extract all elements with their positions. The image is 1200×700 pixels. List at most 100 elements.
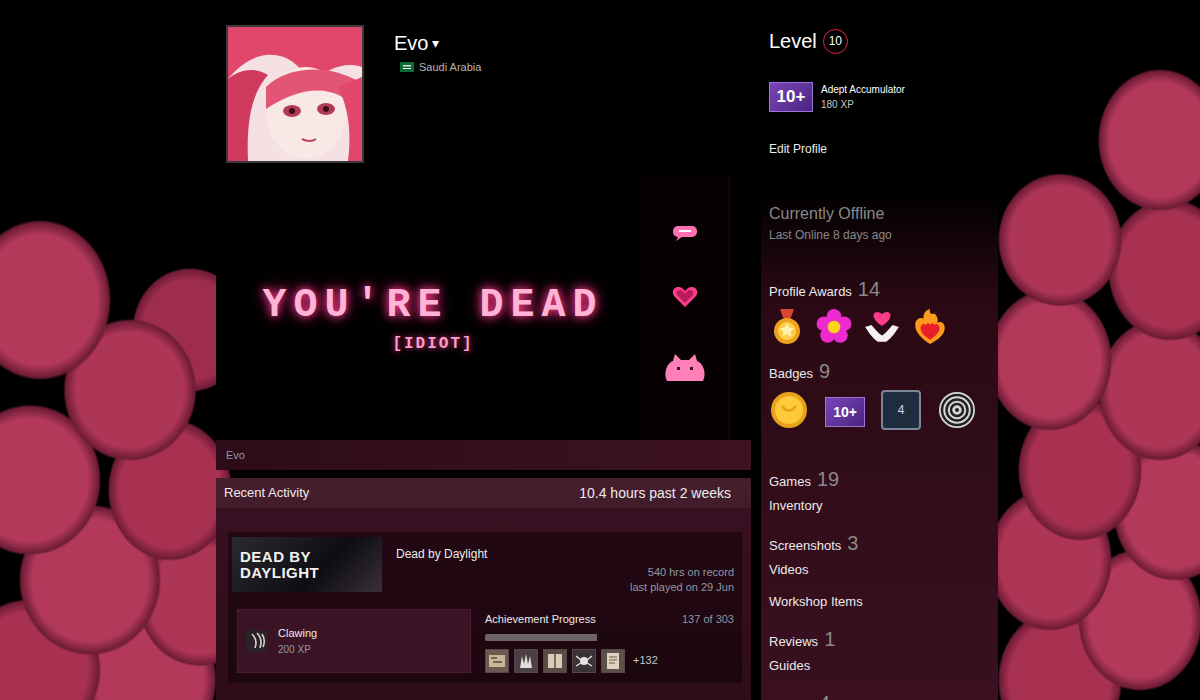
awards-row [769, 308, 990, 346]
playtime-summary: 10.4 hours past 2 weeks [579, 483, 743, 504]
fire-award-icon[interactable] [911, 308, 949, 346]
link-label[interactable]: Videos [769, 560, 809, 580]
profile-link[interactable]: Inventory [769, 496, 990, 528]
link-count: 1 [824, 624, 835, 654]
claw-icon [246, 630, 268, 652]
level-circle: 10 [823, 29, 848, 54]
game-meta: 540 hrs on recordlast played on 29 Jun [390, 565, 734, 595]
badges-row: 10+ 4 [769, 390, 990, 430]
awards-header[interactable]: Profile Awards 14 [769, 274, 990, 304]
online-status: Currently Offline [769, 202, 990, 226]
link-count: 4 [819, 688, 830, 700]
capsule-logo: DEAD BY DAYLIGHT [240, 549, 336, 581]
achievement-progress: Achievement Progress 137 of 303 +132 [485, 609, 734, 673]
avatar-icon[interactable] [226, 25, 364, 163]
link-label[interactable]: Inventory [769, 496, 822, 516]
showcase-headline: YOU'RE DEAD [262, 284, 603, 328]
favorite-badge-name: Adept Accumulator [821, 82, 905, 97]
link-label[interactable]: Workshop Items [769, 592, 863, 612]
level-label: Level [769, 26, 817, 56]
profile-main: Evo▾Saudi ArabiaYOU'RE DEAD[IDIOT]EvoRec… [216, 0, 751, 700]
profile-link[interactable]: Videos [769, 560, 990, 592]
awards-label[interactable]: Profile Awards [769, 282, 852, 302]
profile-links: Games 19Inventory Screenshots 3 Videos Worksh… [769, 464, 990, 700]
level-badge-icon[interactable]: 10+ [825, 397, 865, 427]
map-icon[interactable] [485, 649, 509, 673]
game-info: Dead by Daylight540 hrs on recordlast pl… [390, 537, 734, 595]
achievement-count: 137 of 303 [682, 611, 734, 628]
last-played: last played on 29 Jun [390, 580, 734, 595]
badges-label[interactable]: Badges [769, 364, 813, 384]
badges-header[interactable]: Badges 9 [769, 356, 990, 386]
spider-icon[interactable] [572, 649, 596, 673]
profile-link[interactable]: Guides [769, 656, 990, 688]
artwork-showcase: YOU'RE DEAD [IDIOT] Evo [216, 175, 751, 470]
medal-award-icon[interactable] [769, 308, 805, 346]
link-label[interactable]: Screenshots [769, 536, 841, 556]
game-top: DEAD BY DAYLIGHTDead by Daylight540 hrs … [232, 537, 734, 595]
game-capsule[interactable]: DEAD BY DAYLIGHT [232, 537, 382, 592]
showcase-subline: [IDIOT] [392, 332, 473, 356]
profile-link[interactable]: Games 19 [769, 464, 990, 496]
link-label[interactable]: Reviews [769, 632, 818, 652]
flag-icon [400, 62, 414, 72]
more-achievements[interactable]: +132 [630, 649, 661, 673]
profile-header: Evo▾ Saudi Arabia [216, 25, 751, 161]
showcase-caption: Evo [216, 440, 751, 470]
link-count: 19 [817, 464, 839, 494]
recent-activity-panel: Recent Activity 10.4 hours past 2 weeks DE… [216, 478, 751, 700]
heart-icon [672, 285, 698, 309]
achievement-name: Clawing [278, 625, 317, 642]
favorite-badge-icon[interactable]: 10+ [769, 82, 813, 112]
achievement-bar-fill [485, 634, 597, 641]
latest-achievement[interactable]: Clawing200 XP [237, 609, 471, 673]
profile-link[interactable]: Workshop Items [769, 592, 990, 624]
achievement-xp: 200 XP [278, 642, 317, 657]
edit-profile-button[interactable]: Edit Profile [769, 136, 827, 162]
achievement-progress-label: Achievement Progress [485, 611, 596, 628]
flower-award-icon[interactable] [815, 308, 853, 346]
link-label[interactable]: Games [769, 472, 811, 492]
achievement-bar [485, 634, 734, 641]
decoration-strip [640, 175, 730, 440]
badges-count: 9 [819, 356, 830, 386]
profile-link[interactable]: Screenshots 3 [769, 528, 990, 560]
scroll-icon[interactable] [601, 649, 625, 673]
profile-link[interactable]: Reviews 1 [769, 624, 990, 656]
dropdown-caret-icon[interactable]: ▾ [432, 31, 439, 55]
profile-link[interactable]: Artwork 4 [769, 688, 990, 700]
name-block: Evo▾ Saudi Arabia [364, 25, 481, 161]
profile-sidebar: Level10 10+ Adept Accumulator180 XP Edit Pr… [761, 0, 998, 700]
favorite-badge[interactable]: 10+ Adept Accumulator180 XP [769, 82, 990, 112]
favorite-badge-xp: 180 XP [821, 97, 905, 112]
level-row: Level10 [769, 26, 990, 56]
recent-activity-title[interactable]: Recent Activity [224, 483, 309, 503]
country-row: Saudi Arabia [400, 59, 481, 76]
achievement-row: Clawing200 XP Achievement Progress 137 of … [232, 609, 734, 673]
hours-on-record: 540 hrs on record [390, 565, 734, 580]
hands-icon[interactable] [514, 649, 538, 673]
cat-icon [663, 353, 707, 383]
link-label[interactable]: Guides [769, 656, 810, 676]
showcase-text: YOU'RE DEAD [IDIOT] [226, 175, 640, 440]
speech-bubble-icon [672, 225, 698, 241]
years-badge-icon[interactable]: 4 [881, 390, 921, 430]
hands-award-icon[interactable] [863, 308, 901, 346]
achievement-icons: +132 [485, 649, 734, 673]
showcase-image[interactable]: YOU'RE DEAD [IDIOT] [226, 175, 730, 440]
coin-badge-icon[interactable] [769, 390, 809, 430]
name-row[interactable]: Evo▾ [394, 31, 481, 55]
last-online: Last Online 8 days ago [769, 226, 990, 244]
game-name[interactable]: Dead by Daylight [390, 537, 734, 563]
link-label[interactable]: Artwork [769, 696, 813, 700]
spiral-badge-icon[interactable] [937, 390, 977, 430]
achievement-progress-header: Achievement Progress 137 of 303 [485, 611, 734, 628]
awards-count: 14 [858, 274, 880, 304]
country-name: Saudi Arabia [419, 59, 481, 76]
favorite-badge-text: Adept Accumulator180 XP [821, 82, 905, 112]
recent-activity-header: Recent Activity 10.4 hours past 2 weeks [216, 478, 751, 508]
persona-name[interactable]: Evo [394, 31, 428, 55]
book-icon[interactable] [543, 649, 567, 673]
link-count: 3 [847, 528, 858, 558]
game-card: DEAD BY DAYLIGHTDead by Daylight540 hrs … [228, 532, 742, 683]
